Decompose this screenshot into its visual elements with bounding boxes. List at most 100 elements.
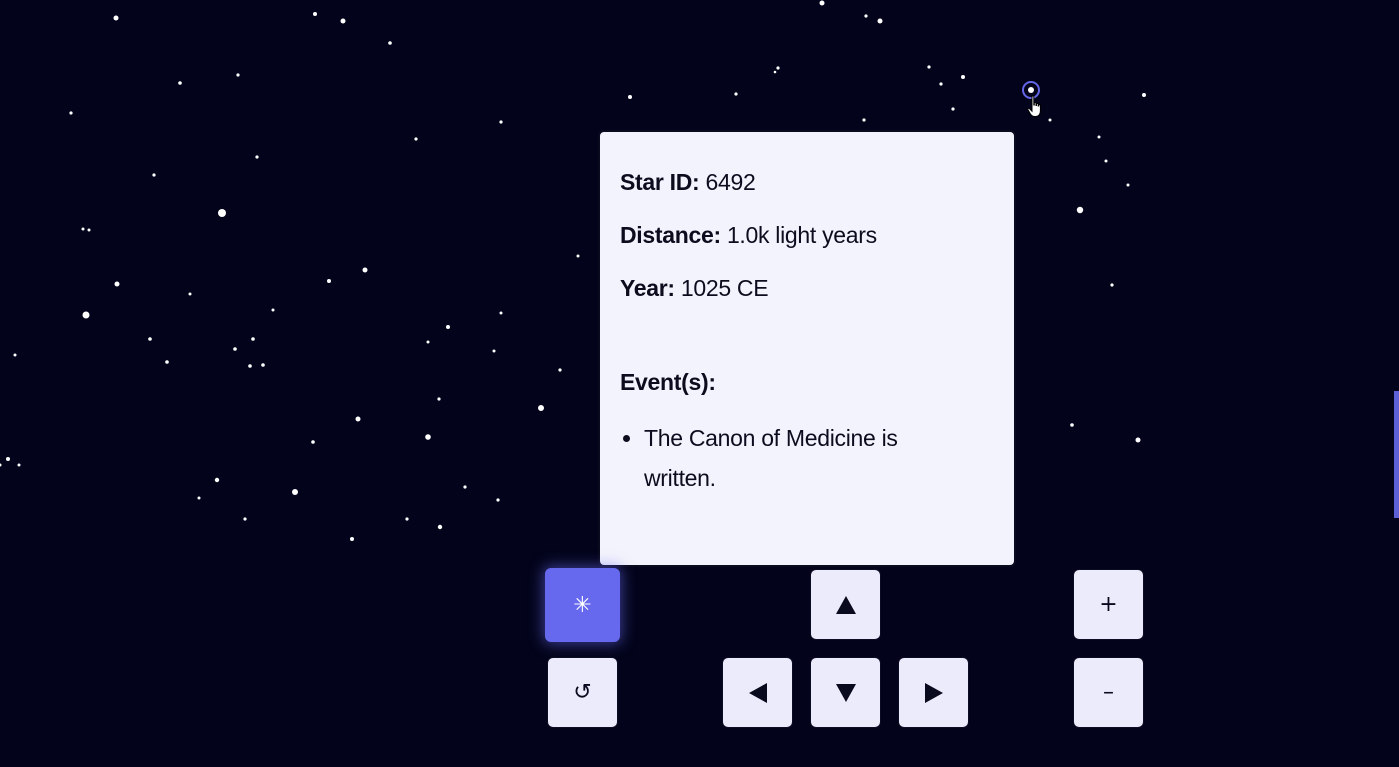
minus-icon: – — [1103, 680, 1114, 705]
star[interactable] — [355, 416, 361, 422]
star[interactable] — [0, 463, 2, 467]
star[interactable] — [271, 308, 275, 312]
year-label: Year: — [620, 275, 675, 301]
star[interactable] — [538, 405, 544, 411]
star-id-value: 6492 — [705, 169, 756, 195]
star[interactable] — [148, 337, 152, 341]
star[interactable] — [165, 360, 169, 364]
star[interactable] — [82, 311, 90, 319]
star[interactable] — [152, 173, 156, 177]
star[interactable] — [1097, 135, 1101, 139]
year-row: Year: 1025 CE — [620, 274, 994, 302]
pan-left-button[interactable] — [722, 657, 793, 728]
star[interactable] — [340, 18, 346, 24]
star[interactable] — [499, 311, 503, 315]
zoom-out-button[interactable]: – — [1073, 657, 1144, 728]
arrow-up-icon — [835, 595, 856, 614]
star[interactable] — [13, 353, 17, 357]
star[interactable] — [437, 397, 441, 401]
star[interactable] — [628, 95, 632, 99]
rotate-ccw-icon: ↺ — [573, 680, 592, 705]
star[interactable] — [214, 477, 220, 483]
star[interactable] — [405, 517, 409, 521]
reset-view-button[interactable]: ↺ — [547, 657, 618, 728]
star[interactable] — [17, 463, 21, 467]
star[interactable] — [734, 92, 738, 96]
asterisk-icon: ✳ — [573, 592, 592, 618]
star[interactable] — [1142, 93, 1146, 97]
zoom-in-button[interactable]: + — [1073, 569, 1144, 640]
star[interactable] — [6, 457, 10, 461]
events-list: The Canon of Medicine is written. — [620, 418, 934, 498]
star[interactable] — [113, 15, 119, 21]
star-info-popup: Star ID: 6492 Distance: 1.0k light years… — [598, 130, 1016, 567]
star[interactable] — [819, 0, 825, 6]
star[interactable] — [492, 349, 496, 353]
star[interactable] — [69, 111, 73, 115]
star[interactable] — [864, 14, 868, 18]
star[interactable] — [1126, 183, 1130, 187]
star[interactable] — [951, 107, 955, 111]
star[interactable] — [496, 498, 500, 502]
star[interactable] — [877, 18, 883, 24]
event-item: The Canon of Medicine is written. — [644, 418, 934, 498]
star[interactable] — [388, 41, 392, 45]
star[interactable] — [499, 120, 503, 124]
star[interactable] — [961, 75, 965, 79]
star[interactable] — [1135, 437, 1141, 443]
star[interactable] — [178, 81, 182, 85]
star[interactable] — [862, 118, 866, 122]
star[interactable] — [188, 292, 192, 296]
star[interactable] — [558, 368, 562, 372]
scroll-indicator[interactable] — [1394, 391, 1399, 518]
star[interactable] — [776, 66, 780, 70]
star[interactable] — [426, 340, 430, 344]
star[interactable] — [362, 267, 368, 273]
star-id-row: Star ID: 6492 — [620, 168, 994, 196]
pan-up-button[interactable] — [810, 569, 881, 640]
star[interactable] — [350, 537, 354, 541]
pan-right-button[interactable] — [898, 657, 969, 728]
star[interactable] — [313, 12, 317, 16]
star[interactable] — [261, 363, 265, 367]
events-heading: Event(s): — [620, 369, 716, 395]
star[interactable] — [463, 485, 467, 489]
star[interactable] — [233, 347, 237, 351]
star[interactable] — [218, 209, 226, 217]
star[interactable] — [425, 434, 431, 440]
star[interactable] — [81, 227, 85, 231]
star-id-label: Star ID: — [620, 169, 700, 195]
star[interactable] — [236, 73, 240, 77]
star[interactable] — [576, 254, 580, 258]
star[interactable] — [939, 82, 943, 86]
star[interactable] — [1076, 206, 1084, 214]
star[interactable] — [251, 337, 255, 341]
pointer-hand-icon — [1027, 95, 1041, 117]
star[interactable] — [414, 137, 418, 141]
star[interactable] — [327, 279, 331, 283]
star[interactable] — [243, 517, 247, 521]
star[interactable] — [773, 70, 777, 74]
star[interactable] — [197, 496, 201, 500]
star[interactable] — [927, 65, 931, 69]
distance-value: 1.0k light years — [726, 222, 877, 248]
distance-label: Distance: — [620, 222, 721, 248]
star[interactable] — [87, 228, 91, 232]
star[interactable] — [311, 440, 315, 444]
star[interactable] — [114, 281, 120, 287]
arrow-left-icon — [748, 682, 767, 703]
star[interactable] — [446, 325, 450, 329]
star[interactable] — [255, 155, 259, 159]
pan-down-button[interactable] — [810, 657, 881, 728]
star[interactable] — [1070, 423, 1074, 427]
star[interactable] — [437, 524, 443, 530]
year-value: 1025 CE — [680, 275, 769, 301]
constellation-toggle-button[interactable]: ✳ — [545, 568, 620, 642]
arrow-down-icon — [835, 683, 856, 702]
star[interactable] — [1110, 283, 1114, 287]
star[interactable] — [292, 489, 298, 495]
arrow-right-icon — [924, 682, 943, 703]
star[interactable] — [1104, 159, 1108, 163]
star[interactable] — [248, 364, 252, 368]
star[interactable] — [1048, 118, 1052, 122]
